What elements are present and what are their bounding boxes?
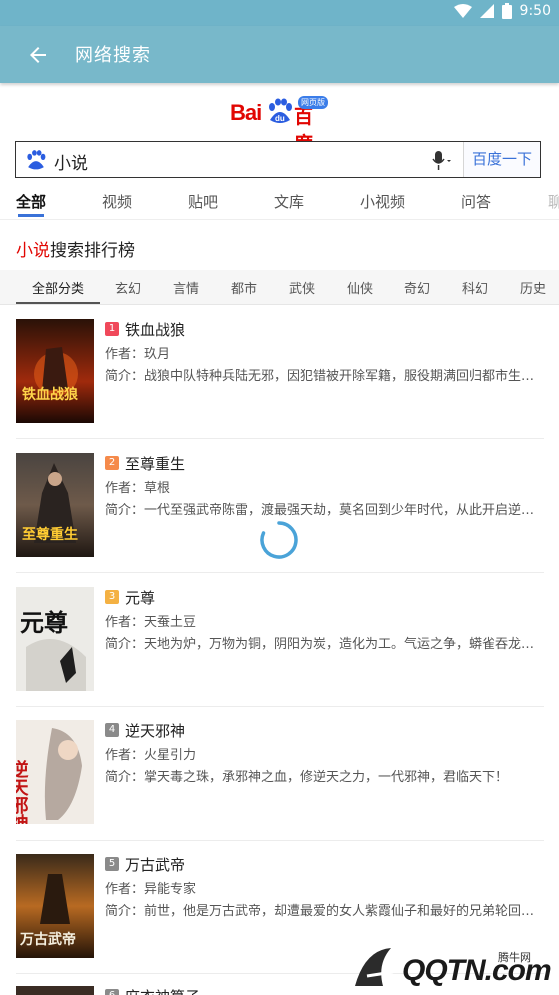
back-arrow-icon[interactable]: [26, 43, 50, 67]
rank-badge: 5: [105, 857, 119, 871]
category-wuxia[interactable]: 武侠: [289, 278, 315, 297]
svg-text:逆天邪神: 逆天邪神: [16, 759, 30, 824]
rank-badge: 3: [105, 590, 119, 604]
tab-tieba[interactable]: 贴吧: [188, 191, 218, 212]
tab-video[interactable]: 视频: [102, 191, 132, 212]
category-yanqing[interactable]: 言情: [173, 278, 199, 297]
book-item[interactable]: 铁血战狼 1 铁血战狼 作者：玖月 简介：战狼中队特种兵陆无邪，因犯错被开除军籍…: [16, 319, 544, 439]
svg-text:铁血战狼: 铁血战狼: [22, 386, 79, 403]
book-title[interactable]: 万古武帝: [125, 854, 185, 875]
tab-active-indicator: [18, 214, 44, 217]
tab-all[interactable]: 全部: [16, 191, 46, 212]
book-title[interactable]: 麻衣神算子: [125, 986, 200, 995]
tab-wenku[interactable]: 文库: [274, 191, 304, 212]
svg-text:至尊重生: 至尊重生: [22, 526, 78, 543]
book-item[interactable]: 元尊 3 元尊 作者：天蚕土豆 简介：天地为炉，万物为铜，阴阳为炭，造化为工。气…: [16, 587, 544, 707]
book-description: 简介：天地为炉，万物为铜，阴阳为炭，造化为工。气运之争，蟒雀吞龙…: [105, 637, 535, 652]
book-author: 作者：天蚕土豆: [105, 615, 197, 630]
ranking-title-rest: 搜索排行榜: [50, 241, 135, 261]
book-cover-image: 至尊重生: [16, 453, 94, 557]
category-kehuan[interactable]: 科幻: [462, 278, 488, 297]
logo-badge: 网页版: [298, 96, 328, 109]
book-description: 简介：一代至强武帝陈雷，渡最强天劫，莫名回到少年时代，从此开启逆…: [105, 503, 535, 518]
paw-logo-icon: du: [269, 98, 292, 123]
book-author: 作者：玖月: [105, 347, 171, 362]
page-title: 网络搜索: [75, 45, 151, 66]
rank-badge: 2: [105, 456, 119, 470]
book-title[interactable]: 至尊重生: [125, 453, 185, 474]
svg-text:万古武帝: 万古武帝: [19, 931, 76, 948]
category-all[interactable]: 全部分类: [32, 278, 84, 297]
signal-icon: [479, 4, 494, 18]
rank-badge: 1: [105, 322, 119, 336]
category-lishi[interactable]: 历史: [520, 278, 546, 297]
logo-text-left: Bai: [230, 100, 262, 125]
book-cover-image: 铁血战狼: [16, 319, 94, 423]
category-active-indicator: [16, 302, 100, 304]
list-divider: [16, 572, 544, 573]
book-author: 作者：草根: [105, 481, 171, 496]
book-description: 简介：战狼中队特种兵陆无邪，因犯错被开除军籍，服役期满回归都市生…: [105, 369, 535, 384]
book-description: 简介：掌天毒之珠，承邪神之血，修逆天之力，一代邪神，君临天下！: [105, 770, 509, 785]
ranking-title-keyword: 小说: [16, 241, 50, 261]
book-cover-image: 逆天邪神: [16, 720, 94, 824]
status-icons: 9:50: [453, 3, 551, 19]
book-cover-image: 万古武帝: [16, 854, 94, 958]
book-author: 作者：异能专家: [105, 882, 197, 897]
tab-more[interactable]: 聊: [548, 191, 559, 212]
category-dushi[interactable]: 都市: [231, 278, 257, 297]
search-input[interactable]: 小说: [54, 149, 88, 174]
wifi-icon: [453, 4, 472, 18]
svg-text:元尊: 元尊: [20, 608, 68, 637]
baidu-paw-icon: [27, 150, 46, 170]
tab-short-video[interactable]: 小视频: [360, 191, 405, 212]
rank-badge: 4: [105, 723, 119, 737]
category-qihuan[interactable]: 奇幻: [404, 278, 430, 297]
ranking-title: 小说搜索排行榜: [16, 236, 135, 261]
status-bar: 9:50: [0, 0, 559, 26]
list-divider: [16, 706, 544, 707]
search-submit-button[interactable]: 百度一下: [463, 142, 540, 177]
category-bar: 全部分类 玄幻 言情 都市 武侠 仙侠 奇幻 科幻 历史: [0, 270, 559, 305]
book-item[interactable]: 逆天邪神 4 逆天邪神 作者：火星引力 简介：掌天毒之珠，承邪神之血，修逆天之力…: [16, 720, 544, 840]
book-title[interactable]: 元尊: [125, 587, 155, 608]
book-title[interactable]: 铁血战狼: [125, 319, 185, 340]
category-xianxia[interactable]: 仙侠: [347, 278, 373, 297]
list-divider: [16, 840, 544, 841]
book-title[interactable]: 逆天邪神: [125, 720, 185, 741]
watermark-label: 腾牛网: [498, 951, 531, 964]
book-author: 作者：火星引力: [105, 748, 197, 763]
microphone-icon[interactable]: [431, 151, 453, 171]
loading-spinner-icon: [260, 521, 298, 559]
category-xuanhuan[interactable]: 玄幻: [115, 278, 141, 297]
rank-badge: 6: [105, 989, 119, 995]
search-tabs: 全部 视频 贴吧 文库 小视频 问答 聊: [0, 186, 559, 220]
baidu-logo: Bai du 百度 网页版: [230, 96, 330, 155]
search-box[interactable]: 小说 百度一下: [15, 141, 541, 178]
book-cover-image: [16, 986, 94, 995]
book-cover-image: 元尊: [16, 587, 94, 691]
svg-text:du: du: [275, 114, 285, 123]
status-time: 9:50: [519, 3, 551, 19]
list-divider: [16, 438, 544, 439]
book-description: 简介：前世，他是万古武帝，却遭最爱的女人紫霞仙子和最好的兄弟轮回…: [105, 904, 535, 919]
battery-icon: [501, 3, 512, 19]
app-bar: 网络搜索: [0, 26, 559, 83]
tab-qa[interactable]: 问答: [461, 191, 491, 212]
